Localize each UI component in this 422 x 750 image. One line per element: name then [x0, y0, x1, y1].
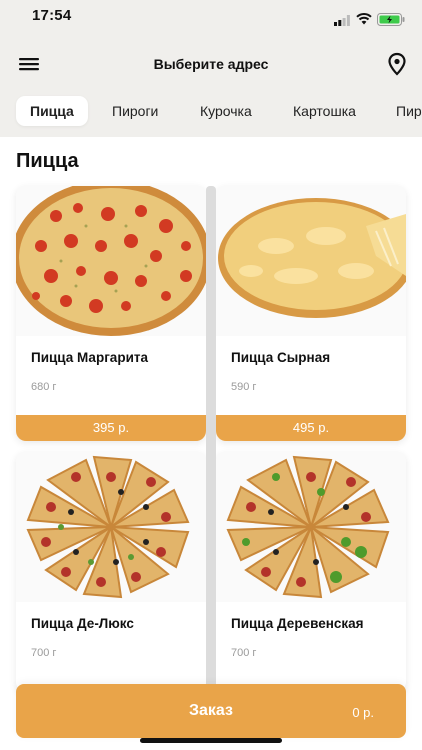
pizza-margherita-icon	[16, 186, 206, 336]
add-to-cart-button[interactable]: 395 р.	[16, 415, 206, 441]
pizza-village-icon	[216, 452, 406, 602]
product-name: Пицца Маргарита	[31, 350, 148, 365]
tab-potato[interactable]: Картошка	[293, 96, 356, 126]
tab-chicken[interactable]: Курочка	[200, 96, 252, 126]
tab-pies[interactable]: Пироги	[112, 96, 158, 126]
order-button[interactable]: Заказ 0 р.	[16, 684, 406, 738]
product-weight: 700 г	[31, 647, 57, 659]
tab-pizza[interactable]: Пицца	[16, 96, 88, 126]
pizza-deluxe-icon	[16, 452, 206, 602]
category-tabs: Пицца Пироги Курочка Картошка Пир	[0, 96, 422, 130]
product-weight: 590 г	[231, 381, 257, 393]
header: Выберите адрес	[0, 46, 422, 82]
battery-icon	[377, 13, 405, 26]
product-weight: 700 г	[231, 647, 257, 659]
location-pin-icon[interactable]	[386, 52, 408, 76]
product-name: Пицца Деревенская	[231, 616, 364, 631]
pizza-cheese-icon	[216, 186, 406, 336]
signal-icon	[334, 15, 350, 26]
order-total: 0 р.	[352, 705, 374, 720]
add-to-cart-button[interactable]: 495 р.	[216, 415, 406, 441]
status-time: 17:54	[32, 7, 72, 24]
product-card[interactable]: Пицца Де-Люкс 700 г	[16, 452, 206, 692]
tab-partial[interactable]: Пир	[396, 96, 422, 126]
product-name: Пицца Сырная	[231, 350, 331, 365]
section-title: Пицца	[16, 150, 79, 172]
product-card[interactable]: Пицца Маргарита 680 г 395 р.	[16, 186, 206, 441]
product-weight: 680 г	[31, 381, 57, 393]
order-label: Заказ	[189, 702, 233, 719]
product-card[interactable]: Пицца Деревенская 700 г	[216, 452, 406, 692]
product-card[interactable]: Пицца Сырная 590 г 495 р.	[216, 186, 406, 441]
top-bar: 17:54 Выберите адрес Пицца Пироги Курочк…	[0, 0, 422, 137]
scroll-indicator	[206, 186, 216, 690]
status-bar: 17:54	[0, 0, 422, 36]
wifi-icon	[356, 12, 372, 25]
product-name: Пицца Де-Люкс	[31, 616, 134, 631]
address-selector[interactable]: Выберите адрес	[0, 56, 422, 72]
home-indicator[interactable]	[140, 738, 282, 743]
